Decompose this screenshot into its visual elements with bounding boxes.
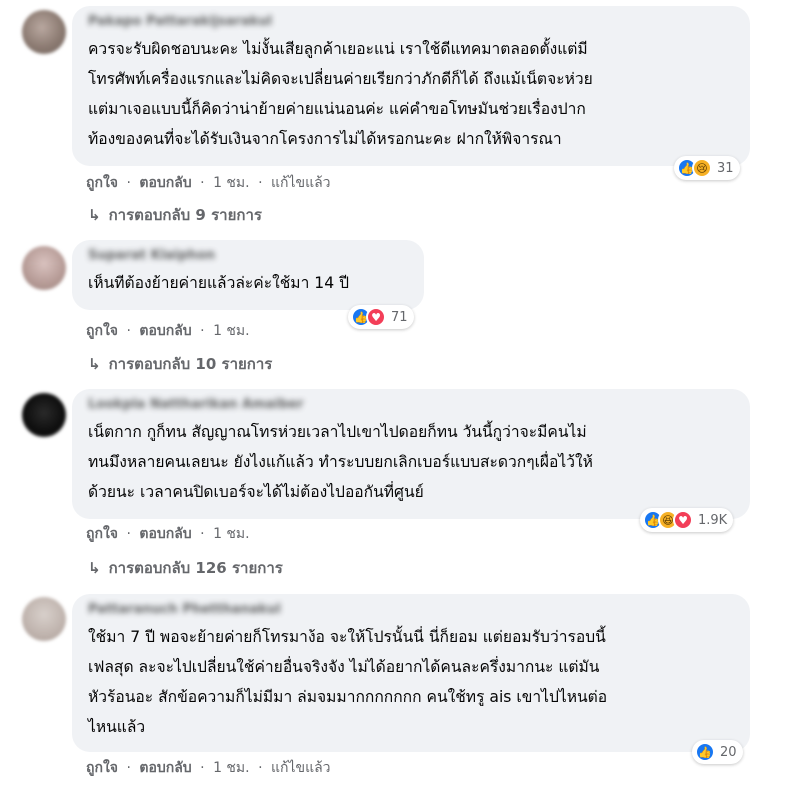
reaction-count: 1.9K [698, 512, 728, 528]
separator: · [200, 760, 205, 776]
replies-label: การตอบกลับ 126 รายการ [108, 559, 283, 577]
reaction-count: 71 [391, 309, 408, 325]
comment-text: ควรจะรับผิดชอบนะคะ ไม่งั้นเสียลูกค้าเยอะ… [88, 40, 593, 148]
comment-author[interactable]: Suparat Klaiphon [88, 248, 410, 264]
reply-button[interactable]: ตอบกลับ [139, 760, 191, 776]
separator: · [200, 175, 205, 191]
comment-actions: ถูกใจ · ตอบกลับ · 1 ชม. · แก้ไขแล้ว [86, 757, 335, 779]
commenter-avatar[interactable] [22, 246, 66, 290]
comment-bubble: Lookpla Nattharikan Amaiber เน็ตกาก กูก็… [72, 389, 750, 519]
reply-button[interactable]: ตอบกลับ [139, 175, 191, 191]
like-button[interactable]: ถูกใจ [86, 175, 118, 191]
commenter-avatar[interactable] [22, 597, 66, 641]
commenter-avatar[interactable] [22, 393, 66, 437]
comment-actions: ถูกใจ · ตอบกลับ · 1 ชม. [86, 523, 254, 545]
separator: · [126, 323, 131, 339]
comment-text: เห็นทีต้องย้ายค่ายแล้วล่ะค่ะใช้มา 14 ปี [88, 274, 349, 292]
comment-author[interactable]: Pakapo Pattarakijsarakul [88, 14, 736, 30]
comment-actions: ถูกใจ · ตอบกลับ · 1 ชม. · แก้ไขแล้ว [86, 172, 335, 194]
reaction-count: 31 [717, 160, 734, 176]
separator: · [126, 175, 131, 191]
separator: · [200, 323, 205, 339]
view-replies-link[interactable]: ↳ การตอบกลับ 10 รายการ [88, 352, 272, 376]
comment-bubble: Pakapo Pattarakijsarakul ควรจะรับผิดชอบน… [72, 6, 750, 166]
like-reaction-icon: 👍 [695, 742, 715, 762]
replies-label: การตอบกลับ 9 รายการ [108, 206, 262, 224]
separator: · [126, 760, 131, 776]
reaction-summary[interactable]: 👍 😢 31 [674, 156, 740, 180]
separator: · [200, 526, 205, 542]
love-reaction-icon: ♥ [673, 510, 693, 530]
separator: · [258, 175, 263, 191]
sad-reaction-icon: 😢 [692, 158, 712, 178]
separator: · [126, 526, 131, 542]
edited-label[interactable]: แก้ไขแล้ว [271, 760, 331, 776]
reply-arrow-icon: ↳ [88, 355, 101, 373]
comment-time[interactable]: 1 ชม. [213, 760, 250, 776]
reaction-count: 20 [720, 744, 737, 760]
edited-label[interactable]: แก้ไขแล้ว [271, 175, 331, 191]
reply-button[interactable]: ตอบกลับ [139, 526, 191, 542]
like-button[interactable]: ถูกใจ [86, 760, 118, 776]
reaction-summary[interactable]: 👍 ♥ 71 [348, 305, 414, 329]
replies-label: การตอบกลับ 10 รายการ [108, 355, 273, 373]
commenter-avatar[interactable] [22, 10, 66, 54]
reply-arrow-icon: ↳ [88, 206, 101, 224]
comment-author[interactable]: Pattaranuch Phetthanakul [88, 602, 736, 618]
view-replies-link[interactable]: ↳ การตอบกลับ 9 รายการ [88, 203, 262, 227]
view-replies-link[interactable]: ↳ การตอบกลับ 126 รายการ [88, 556, 283, 580]
comment-actions: ถูกใจ · ตอบกลับ · 1 ชม. [86, 320, 254, 342]
comment-time[interactable]: 1 ชม. [213, 323, 250, 339]
love-reaction-icon: ♥ [366, 307, 386, 327]
comment-time[interactable]: 1 ชม. [213, 175, 250, 191]
comment-text: ใช้มา 7 ปี พอจะย้ายค่ายก็โทรมาง้อ จะให้โ… [88, 628, 608, 736]
comment-time[interactable]: 1 ชม. [213, 526, 250, 542]
reaction-summary[interactable]: 👍 20 [692, 740, 743, 764]
comment-text: เน็ตกาก กูก็ทน สัญญาณโทรห่วยเวลาไปเขาไปด… [88, 423, 593, 501]
separator: · [258, 760, 263, 776]
like-button[interactable]: ถูกใจ [86, 323, 118, 339]
like-button[interactable]: ถูกใจ [86, 526, 118, 542]
reaction-summary[interactable]: 👍 😆 ♥ 1.9K [640, 508, 734, 532]
comment-bubble: Suparat Klaiphon เห็นทีต้องย้ายค่ายแล้วล… [72, 240, 424, 310]
comment-bubble: Pattaranuch Phetthanakul ใช้มา 7 ปี พอจะ… [72, 594, 750, 752]
reply-arrow-icon: ↳ [88, 559, 101, 577]
reply-button[interactable]: ตอบกลับ [139, 323, 191, 339]
comment-author[interactable]: Lookpla Nattharikan Amaiber [88, 397, 736, 413]
